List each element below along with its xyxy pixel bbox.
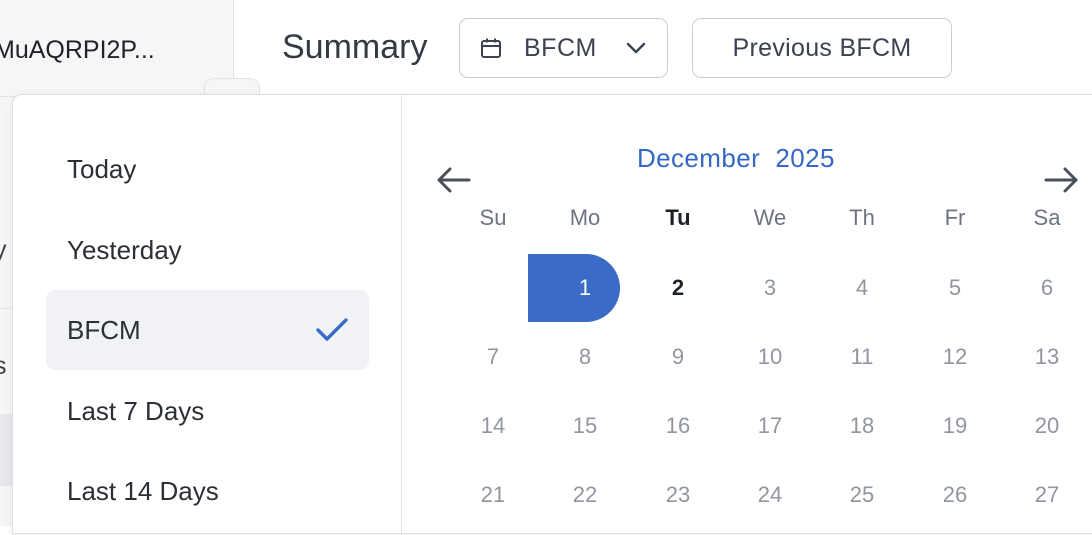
- calendar-day[interactable]: 21: [447, 475, 539, 515]
- calendar-day[interactable]: 3: [724, 268, 816, 308]
- calendar-day[interactable]: 6: [1001, 268, 1092, 308]
- account-name[interactable]: MuAQRPI2P...: [0, 36, 155, 65]
- calendar-day[interactable]: 22: [539, 475, 631, 515]
- arrow-left-icon[interactable]: [436, 167, 472, 193]
- sidebar-item-fragment[interactable]: y: [0, 236, 7, 265]
- sidebar-item-highlight[interactable]: [0, 414, 12, 486]
- preset-list: Today Yesterday BFCM Last 7 Days Last 14…: [13, 95, 402, 535]
- checkmark-icon: [316, 318, 348, 341]
- calendar-day[interactable]: 15: [539, 406, 631, 446]
- page-title: Summary: [282, 28, 428, 66]
- arrow-right-icon[interactable]: [1043, 167, 1079, 193]
- calendar-day[interactable]: 26: [909, 475, 1001, 515]
- calendar-day[interactable]: 24: [724, 475, 816, 515]
- calendar-day[interactable]: 11: [816, 337, 908, 377]
- preset-last-7-days[interactable]: Last 7 Days: [46, 371, 369, 451]
- calendar-month-title: December 2025: [637, 143, 835, 174]
- calendar-day[interactable]: 12: [909, 337, 1001, 377]
- preset-label: Last 14 Days: [67, 475, 219, 506]
- calendar-day[interactable]: 2: [632, 268, 724, 308]
- calendar-icon: [481, 38, 501, 58]
- weekday-label: Fr: [944, 205, 966, 230]
- weekday-label: Th: [849, 205, 875, 230]
- preset-label: Last 7 Days: [67, 395, 205, 426]
- date-range-select[interactable]: BFCM: [459, 18, 668, 78]
- calendar: December 2025 Su Mo Tu We Th Fr Sa 1 2 3 4 5 6 7 8 9 10…: [402, 95, 1092, 535]
- calendar-day[interactable]: 10: [724, 337, 816, 377]
- calendar-day[interactable]: 25: [816, 475, 908, 515]
- weekday-label: Su: [479, 205, 507, 230]
- calendar-day[interactable]: 18: [816, 406, 908, 446]
- calendar-day[interactable]: 14: [447, 406, 539, 446]
- preset-label: Yesterday: [67, 234, 182, 265]
- preset-yesterday[interactable]: Yesterday: [46, 210, 369, 290]
- date-range-dropdown: Today Yesterday BFCM Last 7 Days Last 14…: [12, 94, 1092, 535]
- calendar-day[interactable]: 5: [909, 268, 1001, 308]
- calendar-day[interactable]: 17: [724, 406, 816, 446]
- weekday-label: We: [753, 205, 787, 230]
- chevron-down-icon: [626, 42, 646, 54]
- calendar-day[interactable]: 9: [632, 337, 724, 377]
- preset-label: Today: [67, 153, 137, 184]
- calendar-day[interactable]: 1: [539, 268, 631, 308]
- calendar-day[interactable]: 7: [447, 337, 539, 377]
- weekday-label: Tu: [665, 205, 691, 230]
- calendar-day[interactable]: 13: [1001, 337, 1092, 377]
- calendar-day[interactable]: 8: [539, 337, 631, 377]
- calendar-day[interactable]: 23: [632, 475, 724, 515]
- calendar-month: December: [637, 143, 761, 173]
- preset-label: BFCM: [67, 314, 141, 345]
- preset-bfcm[interactable]: BFCM: [46, 290, 369, 370]
- weekday-label: Sa: [1033, 205, 1061, 230]
- calendar-year: 2025: [775, 143, 835, 173]
- preset-last-14-days[interactable]: Last 14 Days: [46, 451, 369, 531]
- calendar-day[interactable]: 19: [909, 406, 1001, 446]
- date-range-label: BFCM: [524, 33, 597, 62]
- weekday-label: Mo: [569, 205, 601, 230]
- calendar-day[interactable]: 4: [816, 268, 908, 308]
- calendar-day[interactable]: 16: [632, 406, 724, 446]
- calendar-day[interactable]: 20: [1001, 406, 1092, 446]
- compare-period-button[interactable]: Previous BFCM: [692, 18, 952, 78]
- preset-today[interactable]: Today: [46, 129, 369, 209]
- sidebar-item-fragment[interactable]: s: [0, 352, 7, 381]
- calendar-day[interactable]: 27: [1001, 475, 1092, 515]
